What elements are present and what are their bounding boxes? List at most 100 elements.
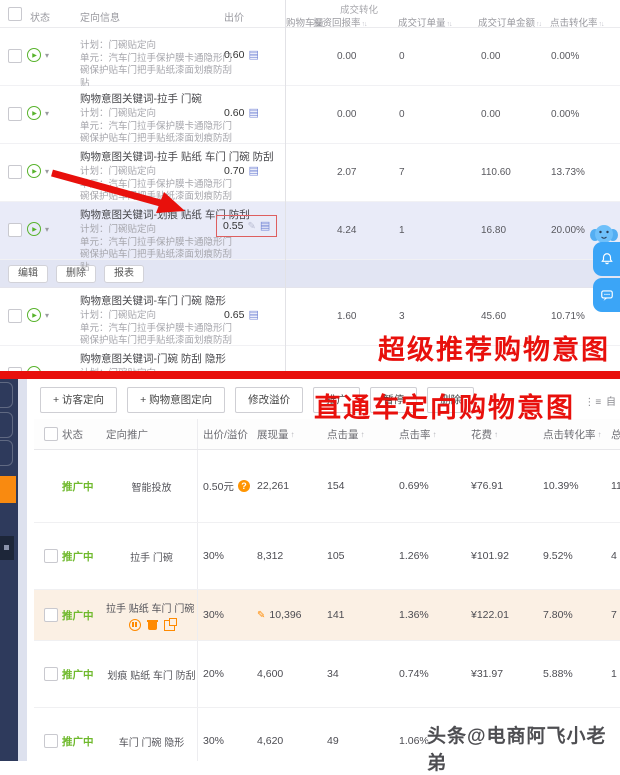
edit-button[interactable]: 编辑: [8, 265, 48, 283]
sort-icon[interactable]: ↑: [433, 430, 437, 439]
sort-icon[interactable]: ↑↓: [599, 21, 604, 28]
targeting-title: 购物意图关键词-拉手 贴纸 车门 门碗 防刮: [80, 149, 232, 164]
bid-report-icon[interactable]: ▤: [248, 166, 258, 176]
row-checkbox[interactable]: [44, 667, 58, 681]
edit-bid-icon[interactable]: ✎: [247, 221, 255, 232]
cost-value: ¥122.01: [471, 609, 509, 621]
sidebar-button-stub[interactable]: [0, 382, 13, 408]
total-cart-value-cell: 4: [611, 523, 620, 589]
status-caret-icon[interactable]: ▾: [45, 225, 49, 234]
total-cart-value-cell: 7: [611, 590, 620, 640]
targeting-row: ▶▾购物意图关键词-划痕 贴纸 车门 防刮计划：门碗贴定向单元：汽车门拉手保护膜…: [0, 202, 620, 260]
status-caret-icon[interactable]: ▾: [45, 167, 49, 176]
bid-premium-value: 30%: [203, 735, 224, 747]
targeting-row: ▶▾购物意图关键词-拉手 贴纸 车门 门碗 防刮计划：门碗贴定向单元：汽车门拉手…: [0, 144, 620, 202]
custom-columns-icon[interactable]: ⋮≡ 自: [584, 393, 617, 408]
status-cell: ▶▾: [27, 164, 49, 178]
play-status-icon[interactable]: ▶: [27, 48, 41, 62]
delete-icon[interactable]: [148, 619, 157, 630]
impressions-cell: 4,600: [255, 641, 327, 707]
bid-report-icon[interactable]: ▤: [248, 50, 258, 60]
bid-value: 0.70: [224, 165, 244, 177]
mascot-elephant-icon: [589, 222, 619, 244]
status-running-label: 推广中: [62, 734, 94, 749]
click-cvr-value: 0.00%: [551, 109, 579, 120]
chat-button[interactable]: [593, 278, 620, 312]
status-cell: 推广中: [62, 708, 106, 761]
sort-icon[interactable]: ↑: [361, 430, 365, 439]
add-shopping-intent-button[interactable]: + 购物意图定向: [127, 387, 225, 413]
status-caret-icon[interactable]: ▾: [45, 311, 49, 320]
add-visitor-targeting-button[interactable]: + 访客定向: [40, 387, 117, 413]
play-status-icon[interactable]: ▶: [27, 106, 41, 120]
row-checkbox[interactable]: [8, 223, 22, 237]
bid-premium-value: 30%: [203, 609, 224, 621]
play-status-icon[interactable]: ▶: [27, 308, 41, 322]
targeting-info: 购物意图关键词-划痕 贴纸 车门 防刮计划：门碗贴定向单元：汽车门拉手保护膜卡通…: [80, 207, 232, 274]
sidebar-button-stub[interactable]: [0, 440, 13, 466]
sidebar-panel-stub[interactable]: [0, 536, 14, 560]
play-status-icon[interactable]: ▶: [27, 222, 41, 236]
sort-icon[interactable]: ↑↓: [447, 21, 452, 28]
bid-value: 0.60: [224, 107, 244, 119]
pause-icon[interactable]: [129, 619, 141, 631]
promotion-row: 推广中拉手 门碗30%8,3121051.26%¥101.929.52%4: [34, 523, 620, 590]
column-order-amount[interactable]: 成交订单金额↑↓: [478, 15, 541, 29]
status-cell: 推广中: [62, 523, 106, 589]
promotion-name: 智能投放: [132, 479, 172, 494]
orders-value: 0: [399, 51, 405, 62]
orders-value: 3: [399, 311, 405, 322]
edit-premium-icon[interactable]: ✎: [257, 610, 265, 621]
sort-icon[interactable]: ↑: [494, 430, 498, 439]
sort-icon[interactable]: ↑: [291, 430, 295, 439]
ctr-value: 1.26%: [399, 550, 429, 562]
row-checkbox[interactable]: [44, 608, 58, 622]
row-checkbox[interactable]: [8, 165, 22, 179]
column-roi[interactable]: 投资回报率↑↓: [313, 15, 367, 29]
top-table-body: ▶▾计划：门碗贴定向单元：汽车门拉手保护膜卡通隐形门碗保护贴车门把手贴纸漆面划痕…: [0, 28, 620, 372]
clicks-value-cell: 154: [327, 450, 399, 522]
impressions-cell: 4,620: [255, 708, 327, 761]
row-checkbox[interactable]: [8, 107, 22, 121]
status-caret-icon[interactable]: ▾: [45, 51, 49, 60]
row-checkbox[interactable]: [8, 309, 22, 323]
cost-value: ¥76.91: [471, 480, 503, 492]
bid-report-icon[interactable]: ▤: [248, 310, 258, 320]
impressions-cell: 8,312: [255, 523, 327, 589]
ctr-value-cell: 0.69%: [399, 450, 471, 522]
bid-report-icon[interactable]: ▤: [260, 221, 270, 231]
cost-value-cell: ¥101.92: [471, 523, 543, 589]
clicks-value-cell: 34: [327, 641, 399, 707]
bid-cell: 0.60 ▤: [224, 107, 259, 119]
sort-icon[interactable]: ↑↓: [536, 21, 541, 28]
copy-icon[interactable]: [164, 620, 175, 631]
select-all-checkbox[interactable]: [8, 7, 22, 21]
total-cart-value-cell: 11: [611, 450, 620, 522]
promotion-name-cell: 划痕 贴纸 车门 防刮: [106, 641, 197, 707]
column-cvr[interactable]: 点击转化率↑↓: [550, 15, 604, 29]
play-status-icon[interactable]: ▶: [27, 164, 41, 178]
targeting-title: 购物意图关键词-门碗 防刮 隐形: [80, 351, 232, 366]
sort-icon[interactable]: ↑: [598, 430, 602, 439]
column-orders[interactable]: 成交订单量↑↓: [398, 15, 452, 29]
bid-cell: 0.55✎▤: [216, 215, 277, 237]
bid-cell: 0.60▤: [224, 49, 259, 61]
sidebar-active-item[interactable]: [0, 476, 16, 503]
bid-report-icon[interactable]: ▤: [248, 108, 258, 118]
plan-line: 计划：门碗贴定向: [80, 108, 232, 121]
modify-premium-button[interactable]: 修改溢价: [235, 387, 303, 413]
status-caret-icon[interactable]: ▾: [45, 109, 49, 118]
row-checkbox[interactable]: [44, 549, 58, 563]
row-checkbox[interactable]: [44, 734, 58, 748]
sidebar-button-stub[interactable]: [0, 412, 13, 438]
click-cvr-value: 5.88%: [543, 668, 573, 680]
notification-button[interactable]: [593, 242, 620, 276]
roi-value: 0.00: [337, 109, 356, 120]
cost-value-cell: ¥122.01: [471, 590, 543, 640]
sort-icon[interactable]: ↑↓: [362, 21, 367, 28]
column-group-conversion: 成交转化: [340, 2, 378, 16]
select-all-checkbox[interactable]: [44, 427, 58, 441]
row-checkbox[interactable]: [8, 49, 22, 63]
clicks-value: 105: [327, 550, 345, 562]
help-icon[interactable]: ?: [238, 480, 250, 492]
